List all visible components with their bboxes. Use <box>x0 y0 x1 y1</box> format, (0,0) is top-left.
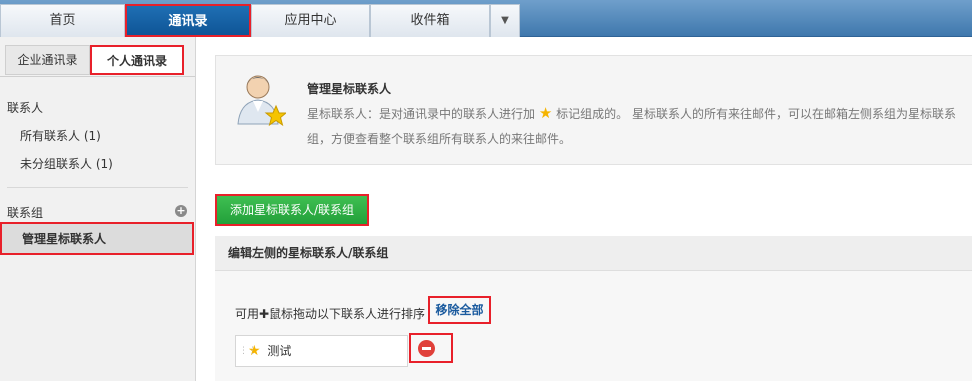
sort-hint: 可用✚鼠标拖动以下联系人进行排序 <box>235 307 426 321</box>
info-desc-part1: 星标联系人：是对通讯录中的联系人进行加 <box>307 107 536 121</box>
tab-home[interactable]: 首页 <box>0 4 125 37</box>
top-nav-bar: 首页 通讯录 应用中心 收件箱 ▼ <box>0 0 972 37</box>
tab-enterprise-contacts[interactable]: 企业通讯录 <box>5 45 90 75</box>
tab-personal-contacts[interactable]: 个人通讯录 <box>90 45 184 75</box>
remove-contact-icon[interactable] <box>418 340 435 357</box>
info-title: 管理星标联系人 <box>307 82 392 96</box>
info-panel: 管理星标联系人 星标联系人：是对通讯录中的联系人进行加 ★ 标记组成的。 星标联… <box>215 55 972 165</box>
starred-contact-item[interactable]: ⋮⋮ ★ 测试 <box>235 335 408 367</box>
sidebar: 企业通讯录 个人通讯录 联系人 所有联系人 (1) 未分组联系人 (1) 联系组… <box>0 37 196 381</box>
remove-all-link[interactable]: 移除全部 <box>428 296 491 324</box>
sidebar-item-ungrouped-contacts[interactable]: 未分组联系人 (1) <box>20 155 113 172</box>
more-tabs-button[interactable]: ▼ <box>490 4 520 37</box>
add-starred-button[interactable]: 添加星标联系人/联系组 <box>215 194 369 226</box>
remove-contact-box <box>409 333 453 363</box>
add-group-icon[interactable]: + <box>175 205 187 217</box>
star-icon: ★ <box>538 104 553 122</box>
sidebar-tabs: 企业通讯录 个人通讯录 <box>0 37 195 77</box>
sidebar-item-manage-starred[interactable]: 管理星标联系人 <box>0 222 194 255</box>
chevron-down-icon: ▼ <box>501 15 509 26</box>
tab-contacts[interactable]: 通讯录 <box>125 4 251 37</box>
starred-contact-avatar-icon <box>237 75 286 127</box>
edit-panel: 编辑左侧的星标联系人/联系组 可用✚鼠标拖动以下联系人进行排序 移除全部 ⋮⋮ … <box>215 236 972 381</box>
info-description: 星标联系人：是对通讯录中的联系人进行加 ★ 标记组成的。 星标联系人的所有来往邮… <box>307 101 967 152</box>
tab-app-center[interactable]: 应用中心 <box>251 4 370 37</box>
drag-handle-icon[interactable]: ⋮⋮ <box>239 336 257 366</box>
contact-name: 测试 <box>267 344 292 358</box>
edit-panel-header: 编辑左侧的星标联系人/联系组 <box>215 236 972 271</box>
divider <box>7 187 188 188</box>
tab-inbox[interactable]: 收件箱 <box>370 4 490 37</box>
groups-heading: 联系组 <box>7 206 44 220</box>
contacts-heading: 联系人 <box>7 101 44 115</box>
sidebar-item-all-contacts[interactable]: 所有联系人 (1) <box>20 127 101 144</box>
